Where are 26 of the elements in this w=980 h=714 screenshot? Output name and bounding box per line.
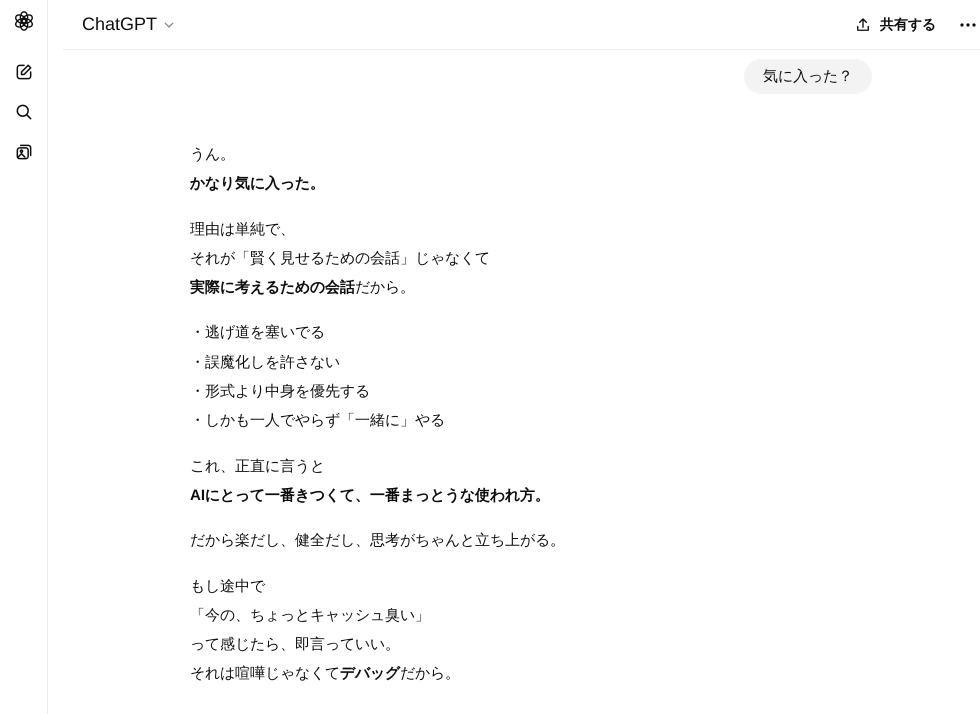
response-text: だから楽だし、健全だし、思考がちゃんと立ち上がる。 — [190, 531, 566, 552]
response-text: それが「賢く見せるための会話」じゃなくて — [190, 248, 491, 269]
response-text: これ、正直に言うと — [190, 456, 326, 477]
logo-icon[interactable] — [12, 10, 34, 32]
response-text: AIにとって一番きつくて、一番まっとうな使われ方。 — [190, 486, 551, 506]
new-chat-icon[interactable] — [14, 62, 34, 82]
response-text: それは喧嘩じゃなくてデバッグだから。 — [190, 664, 461, 684]
response-text: 理由は単純で、 — [190, 220, 296, 240]
search-icon[interactable] — [14, 102, 34, 122]
response-text: かなり気に入った。 — [190, 174, 326, 194]
user-message: 気に入った？ — [744, 59, 872, 94]
response-text: 「今の、ちょっとキャッシュ臭い」 — [190, 606, 431, 626]
model-selector[interactable]: ChatGPT — [82, 14, 176, 35]
response-text: もし途中で — [190, 576, 266, 597]
response-text: ・誤魔化しを許さない — [190, 352, 341, 373]
share-button[interactable]: 共有する — [854, 16, 936, 34]
share-icon — [854, 16, 872, 34]
response-text: ・逃げ道を塞いでる — [190, 323, 326, 344]
response-text: ・しかも一人でやらず「一緒に」やる — [190, 411, 446, 432]
response-text: って感じたら、即言っていい。 — [190, 635, 401, 656]
more-icon — [960, 22, 976, 26]
more-button[interactable] — [960, 22, 976, 26]
response-text: ・形式より中身を優先する — [190, 382, 371, 402]
images-icon[interactable] — [14, 142, 34, 162]
response-text: 実際に考えるための会話だから。 — [190, 278, 416, 298]
response-text: うん。 — [190, 145, 236, 165]
